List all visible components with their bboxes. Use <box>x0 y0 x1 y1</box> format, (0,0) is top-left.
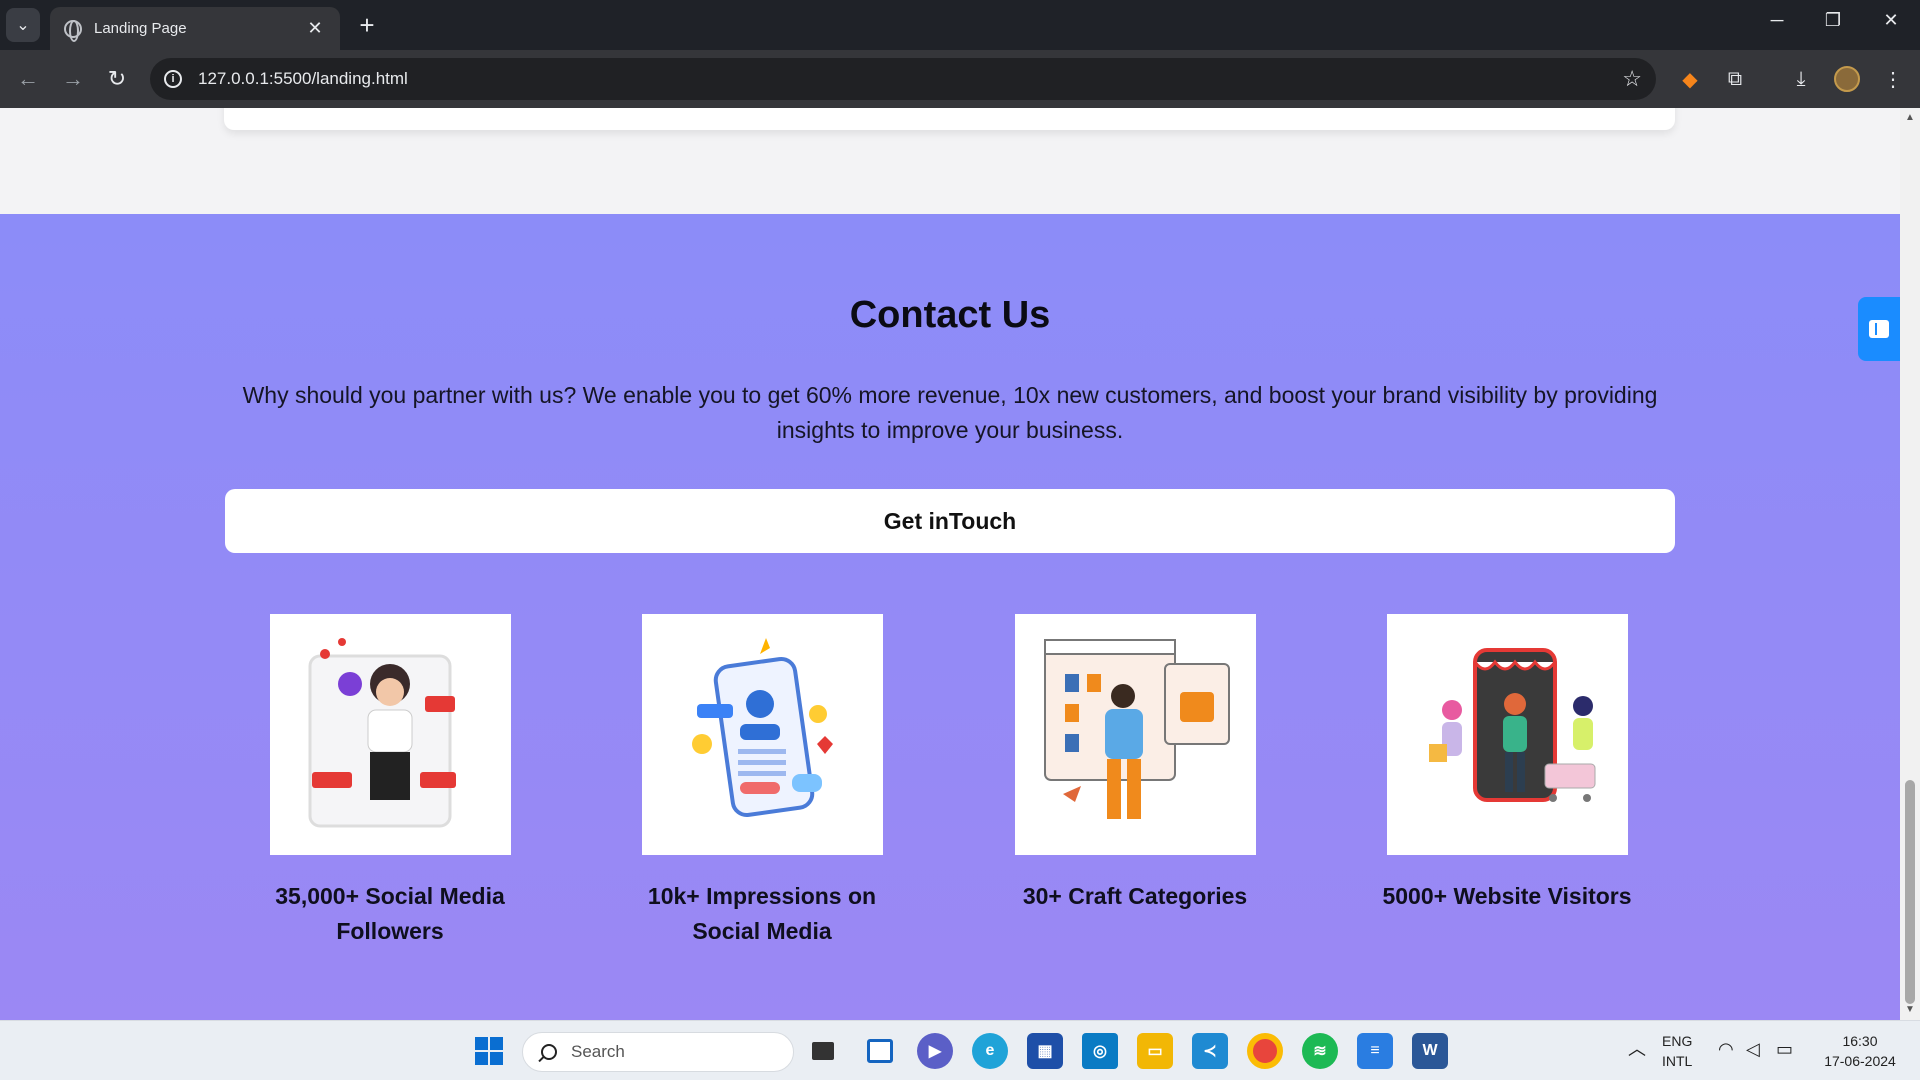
site-info-icon[interactable]: i <box>164 70 182 88</box>
language-code: ENG <box>1662 1033 1693 1049</box>
tab-search-button[interactable]: ⌄ <box>6 8 40 42</box>
new-tab-button[interactable]: + <box>352 10 382 41</box>
stat-caption: 10k+ Impressions on Social Media <box>647 883 877 944</box>
back-button[interactable]: ← <box>12 63 44 95</box>
page-scrollbar[interactable]: ▲ ▼ <box>1900 108 1920 1020</box>
bookmark-star-icon[interactable]: ☆ <box>1622 66 1642 92</box>
restore-button[interactable]: ❐ <box>1813 10 1853 31</box>
phone-follow-illustration <box>641 614 883 855</box>
stat-card: 35,000+ Social Media Followers <box>240 614 540 949</box>
stat-caption: 5000+ Website Visitors <box>1382 883 1632 909</box>
metamask-extension-icon[interactable]: ◆ <box>1675 64 1705 94</box>
reload-button[interactable]: ↻ <box>101 63 133 95</box>
widgets-icon[interactable] <box>862 1033 898 1069</box>
previous-section-card <box>224 108 1675 130</box>
side-widget-button[interactable] <box>1858 297 1900 361</box>
word-icon[interactable]: W <box>1412 1033 1448 1069</box>
craft-categories-illustration <box>1014 614 1256 855</box>
get-in-touch-button[interactable]: Get inTouch <box>225 489 1675 553</box>
windows-taskbar: Search ▶ e ▦ ◎ ▭ ≺ ≋ ≡ W ︿ ENG INTL ◠ ◁ … <box>0 1020 1920 1080</box>
tab-title: Landing Page <box>94 20 187 37</box>
minimize-button[interactable]: ─ <box>1757 10 1797 31</box>
volume-icon[interactable]: ◁ <box>1746 1039 1760 1059</box>
stat-card: 10k+ Impressions on Social Media <box>612 614 912 949</box>
language-indicator[interactable]: ENG INTL <box>1662 1031 1692 1071</box>
spotify-icon[interactable]: ≋ <box>1302 1033 1338 1069</box>
file-explorer-icon[interactable]: ▭ <box>1137 1033 1173 1069</box>
forward-button[interactable]: → <box>57 63 89 95</box>
notepad-icon[interactable]: ≡ <box>1357 1033 1393 1069</box>
social-media-influencer-illustration <box>269 614 511 855</box>
browser-menu-icon[interactable]: ⋮ <box>1878 64 1908 94</box>
microsoft-store-icon[interactable]: ▦ <box>1027 1033 1063 1069</box>
url-text: 127.0.0.1:5500/landing.html <box>198 69 408 88</box>
task-view-icon[interactable] <box>805 1033 841 1069</box>
close-tab-icon[interactable]: ✕ <box>304 18 326 39</box>
browser-toolbar: ← → ↻ i 127.0.0.1:5500/landing.html ☆ ◆ … <box>0 50 1920 108</box>
scroll-down-arrow-icon[interactable]: ▼ <box>1904 1004 1916 1015</box>
address-bar[interactable]: i 127.0.0.1:5500/landing.html ☆ <box>150 58 1656 100</box>
clock[interactable]: 16:30 17-06-2024 <box>1814 1031 1906 1071</box>
page-viewport: Contact Us Why should you partner with u… <box>0 108 1900 1020</box>
search-placeholder: Search <box>571 1042 625 1061</box>
teams-chat-icon[interactable]: ▶ <box>917 1033 953 1069</box>
dell-app-icon[interactable]: ◎ <box>1082 1033 1118 1069</box>
downloads-icon[interactable]: ⤓ <box>1786 64 1816 94</box>
stat-card: 30+ Craft Categories <box>985 614 1285 914</box>
chrome-icon[interactable] <box>1247 1033 1283 1069</box>
close-window-button[interactable]: ✕ <box>1871 10 1911 31</box>
taskbar-search-box[interactable]: Search <box>522 1032 794 1072</box>
sidebar-panel-icon <box>1869 320 1889 338</box>
clock-date: 17-06-2024 <box>1824 1053 1896 1069</box>
start-windows-icon[interactable] <box>471 1033 507 1069</box>
globe-icon <box>64 19 82 42</box>
online-shoppers-illustration <box>1386 614 1628 855</box>
clock-time: 16:30 <box>1842 1033 1878 1049</box>
contact-heading: Contact Us <box>849 294 1051 336</box>
browser-tab-bar: ⌄ Landing Page ✕ + ─ ❐ ✕ <box>0 0 1920 50</box>
edge-browser-icon[interactable]: e <box>972 1033 1008 1069</box>
show-hidden-icons-chevron-icon[interactable]: ︿ <box>1628 1039 1646 1059</box>
stat-caption: 35,000+ Social Media Followers <box>275 883 505 944</box>
stat-caption: 30+ Craft Categories <box>1022 883 1248 909</box>
vscode-icon[interactable]: ≺ <box>1192 1033 1228 1069</box>
tab-landing-page[interactable]: Landing Page ✕ <box>50 7 340 50</box>
keyboard-layout: INTL <box>1662 1053 1693 1069</box>
contact-section: Contact Us Why should you partner with u… <box>0 214 1900 1020</box>
scroll-up-arrow-icon[interactable]: ▲ <box>1904 112 1916 123</box>
contact-lead-text: Why should you partner with us? We enabl… <box>242 382 1658 443</box>
search-icon <box>541 1044 557 1060</box>
extensions-puzzle-icon[interactable]: ⧉ <box>1720 64 1750 94</box>
wifi-icon[interactable]: ◠ <box>1718 1039 1734 1059</box>
stat-card: 5000+ Website Visitors <box>1357 614 1657 914</box>
profile-avatar[interactable] <box>1832 64 1862 94</box>
scrollbar-thumb[interactable] <box>1905 780 1915 1004</box>
battery-icon[interactable]: ▭ <box>1776 1039 1793 1059</box>
